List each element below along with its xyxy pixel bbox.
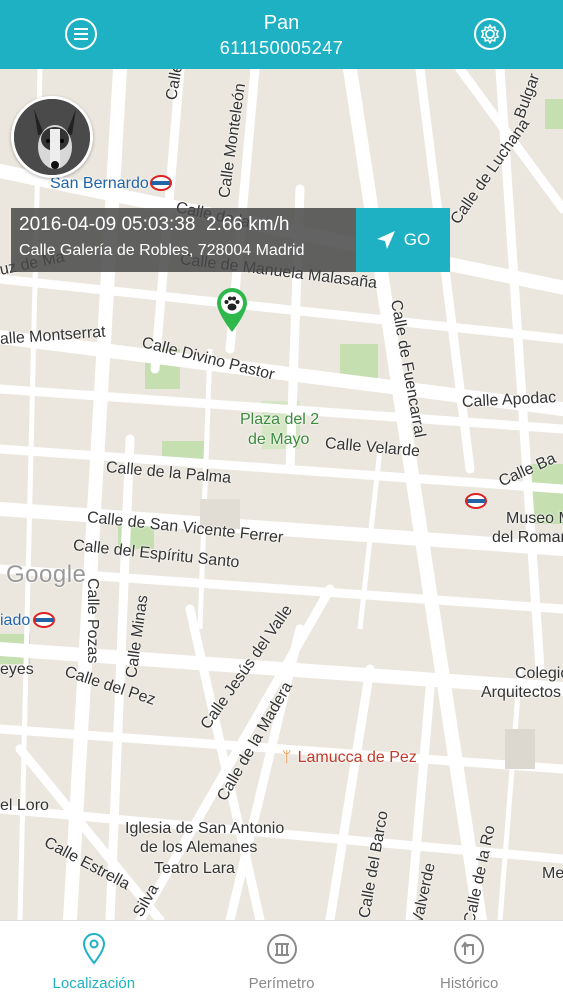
location-info-panel: 2016-04-09 05:03:38 2.66 km/h Calle Gale… [11,208,356,272]
place-label: Colegio [515,665,563,682]
park-label: de Mayo [248,431,310,448]
tab-label: Localización [52,975,136,992]
tab-label: Perímetro [248,975,315,992]
paw-pin-icon[interactable] [215,287,249,333]
restaurant-label: ᛘ Lamucca de Pez [282,749,417,766]
metro-icon [465,493,487,509]
tab-label: Histórico [440,975,499,992]
street-label: Calle Pozas [84,578,101,664]
park-label: Plaza del 2 [240,411,320,428]
location-pin-icon [82,933,105,965]
metro-label: iado [0,612,31,629]
street-label: el Loro [0,797,49,814]
pet-avatar[interactable] [11,96,93,178]
settings-button[interactable] [474,18,506,50]
metro-icon [150,175,172,191]
go-label: GO [403,230,431,249]
place-label: del Roman [492,529,563,546]
timestamp-speed: 2016-04-09 05:03:38 2.66 km/h [19,214,348,236]
place-label: Museo M [506,510,563,527]
location-address: Calle Galería de Robles, 728004 Madrid [19,242,305,259]
navigation-arrow-icon [376,231,395,249]
metro-icon [33,612,55,628]
google-watermark: Google [6,561,87,588]
history-icon [454,934,485,964]
street-label: eyes [0,661,34,678]
fence-icon [266,934,297,964]
place-label: Teatro Lara [154,860,235,877]
place-label: Me [542,865,563,882]
metro-label: San Bernardo [50,175,149,192]
location-speed: 2.66 km/h [206,214,290,235]
tab-historico[interactable]: Histórico [375,921,563,1000]
go-button[interactable]: GO [356,208,450,272]
place-label: Arquitectos [481,684,562,701]
fork-knife-icon: ᛘ [282,749,292,766]
location-datetime: 2016-04-09 05:03:38 [19,214,196,235]
tab-localizacion[interactable]: Localización [0,921,188,1000]
place-label: de los Alemanes [140,839,258,856]
app-header: Pan 611150005247 [0,0,563,69]
gear-icon [481,24,499,44]
tab-perimetro[interactable]: Perímetro [188,921,376,1000]
place-label: Iglesia de San Antonio [125,820,285,837]
map-view[interactable]: Calle Calle Monteleón Calle de Luchana B… [0,69,563,920]
bottom-tab-bar: Localización Perímetro Histórico [0,920,563,1000]
